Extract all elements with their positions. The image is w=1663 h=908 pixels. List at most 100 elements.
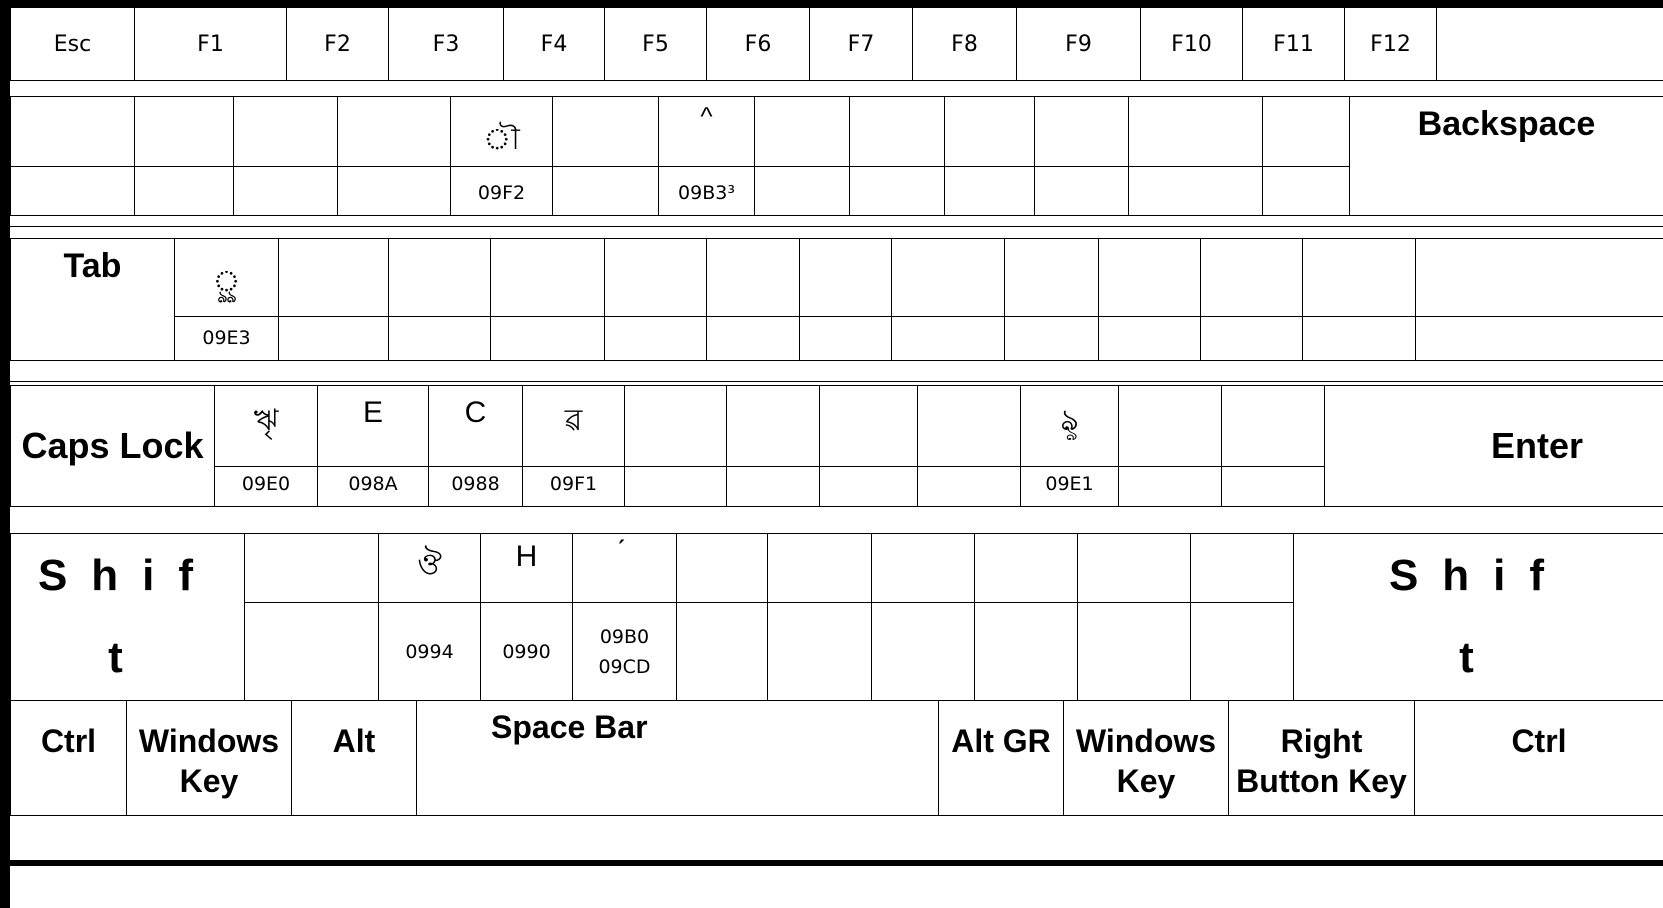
- left-shift-key[interactable]: Shif t: [10, 533, 245, 701]
- keyboard-layout: Esc F1 F2 F3 F4 F5 F6 F7 F8 F9 F10 F11 F12ৗ 09F2 ^ 09B3…: [0, 0, 1663, 908]
- key-f9[interactable]: F9: [1016, 7, 1141, 81]
- key-glyph[interactable]: [891, 238, 1005, 317]
- tab-key[interactable]: Tab: [10, 238, 175, 361]
- key-code: 09B0 09CD: [572, 602, 677, 701]
- key-glyph[interactable]: ৣ: [174, 238, 279, 317]
- key-blank[interactable]: [1436, 7, 1663, 81]
- key-glyph[interactable]: [726, 385, 820, 467]
- key-glyph[interactable]: [944, 96, 1035, 167]
- key-glyph[interactable]: [624, 385, 727, 467]
- key-code: 0990: [480, 602, 573, 701]
- key-code: [1118, 466, 1222, 507]
- key-glyph[interactable]: [974, 533, 1078, 603]
- caps-lock-key[interactable]: Caps Lock: [10, 385, 215, 507]
- key-f10[interactable]: F10: [1140, 7, 1243, 81]
- key-glyph[interactable]: [1302, 238, 1416, 317]
- right-ctrl-key[interactable]: Ctrl: [1414, 700, 1663, 816]
- key-glyph[interactable]: [676, 533, 768, 603]
- key-code: [1004, 316, 1099, 361]
- key-f11[interactable]: F11: [1242, 7, 1345, 81]
- key-code: [1200, 316, 1303, 361]
- key-code: 098A: [317, 466, 429, 507]
- key-code-line: 09CD: [598, 655, 651, 678]
- key-code: [624, 466, 727, 507]
- key-glyph[interactable]: ́: [572, 533, 677, 603]
- shift-label-bottom: t: [108, 633, 147, 682]
- left-windows-key[interactable]: Windows Key: [126, 700, 292, 816]
- key-code: [1302, 316, 1416, 361]
- key-glyph[interactable]: [1200, 238, 1303, 317]
- key-glyph[interactable]: [871, 533, 975, 603]
- key-glyph[interactable]: [1221, 385, 1325, 467]
- key-glyph[interactable]: [604, 238, 707, 317]
- key-glyph[interactable]: [278, 238, 389, 317]
- key-glyph[interactable]: [337, 96, 451, 167]
- key-glyph[interactable]: [1098, 238, 1201, 317]
- key-glyph[interactable]: H: [480, 533, 573, 603]
- alt-key[interactable]: Alt: [291, 700, 417, 816]
- key-code: [244, 602, 379, 701]
- key-esc[interactable]: Esc: [10, 7, 135, 81]
- key-glyph[interactable]: [767, 533, 872, 603]
- key-glyph[interactable]: [490, 238, 605, 317]
- key-glyph[interactable]: ৡ: [1020, 385, 1119, 467]
- backspace-key[interactable]: Backspace: [1349, 96, 1663, 216]
- key-glyph[interactable]: ^: [658, 96, 755, 167]
- key-code: [10, 166, 135, 216]
- key-glyph[interactable]: [1034, 96, 1129, 167]
- left-ctrl-key[interactable]: Ctrl: [10, 700, 127, 816]
- key-glyph[interactable]: [1128, 96, 1263, 167]
- key-code: 09E1: [1020, 466, 1119, 507]
- key-glyph[interactable]: [799, 238, 892, 317]
- key-code: [849, 166, 945, 216]
- key-glyph[interactable]: [552, 96, 659, 167]
- key-f2[interactable]: F2: [286, 7, 389, 81]
- key-glyph[interactable]: [1262, 96, 1350, 167]
- key-f3[interactable]: F3: [388, 7, 504, 81]
- key-code: [819, 466, 918, 507]
- key-code: [917, 466, 1021, 507]
- key-code: [1262, 166, 1350, 216]
- key-glyph[interactable]: [819, 385, 918, 467]
- right-windows-key[interactable]: Windows Key: [1063, 700, 1229, 816]
- key-code: [1128, 166, 1263, 216]
- key-glyph[interactable]: [1190, 533, 1294, 603]
- key-f7[interactable]: F7: [809, 7, 913, 81]
- key-glyph[interactable]: [1118, 385, 1222, 467]
- key-f5[interactable]: F5: [604, 7, 707, 81]
- key-glyph[interactable]: [754, 96, 850, 167]
- key-glyph[interactable]: ৱ: [522, 385, 625, 467]
- key-glyph[interactable]: [917, 385, 1021, 467]
- key-code: [604, 316, 707, 361]
- key-glyph[interactable]: ৗ: [450, 96, 553, 167]
- right-shift-key[interactable]: Shif t: [1293, 533, 1663, 701]
- right-button-key[interactable]: Right Button Key: [1228, 700, 1415, 816]
- key-code: [278, 316, 389, 361]
- key-code: [706, 316, 800, 361]
- key-glyph[interactable]: [244, 533, 379, 603]
- shift-label-top: Shif: [37, 551, 218, 600]
- key-glyph[interactable]: [233, 96, 338, 167]
- key-glyph[interactable]: [388, 238, 491, 317]
- key-glyph[interactable]: ঔ: [378, 533, 481, 603]
- key-glyph[interactable]: [10, 96, 135, 167]
- key-glyph[interactable]: [1415, 238, 1663, 317]
- key-glyph[interactable]: [706, 238, 800, 317]
- key-code: [767, 602, 872, 701]
- key-f6[interactable]: F6: [706, 7, 810, 81]
- key-f8[interactable]: F8: [912, 7, 1017, 81]
- key-f1[interactable]: F1: [134, 7, 287, 81]
- key-code: [754, 166, 850, 216]
- enter-key[interactable]: Enter: [1324, 385, 1663, 507]
- key-glyph[interactable]: [1004, 238, 1099, 317]
- space-bar[interactable]: Space Bar: [416, 700, 939, 816]
- alt-gr-key[interactable]: Alt GR: [938, 700, 1064, 816]
- key-glyph[interactable]: [1077, 533, 1191, 603]
- key-glyph[interactable]: [134, 96, 234, 167]
- key-glyph[interactable]: C: [428, 385, 523, 467]
- key-glyph[interactable]: E: [317, 385, 429, 467]
- key-f12[interactable]: F12: [1344, 7, 1437, 81]
- key-f4[interactable]: F4: [503, 7, 605, 81]
- key-glyph[interactable]: ৠ: [214, 385, 318, 467]
- key-glyph[interactable]: [849, 96, 945, 167]
